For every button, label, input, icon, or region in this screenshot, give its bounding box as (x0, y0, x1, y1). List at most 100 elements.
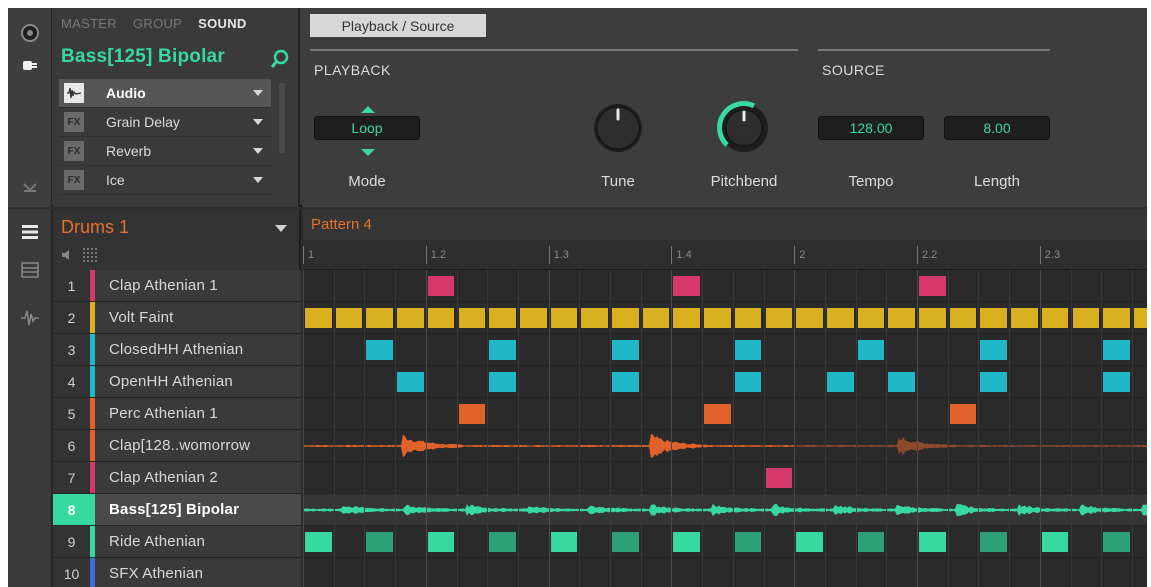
note-4-17[interactable] (826, 372, 854, 392)
note-2-21[interactable] (949, 308, 977, 328)
note-1-20[interactable] (919, 276, 946, 296)
keyboard-view-icon[interactable] (19, 259, 41, 281)
note-7-15[interactable] (765, 468, 793, 488)
note-2-12[interactable] (673, 308, 701, 328)
note-9-10[interactable] (612, 532, 639, 552)
note-2-17[interactable] (826, 308, 854, 328)
browser-icon[interactable] (19, 22, 41, 44)
chevron-down-icon[interactable] (253, 119, 263, 125)
note-9-14[interactable] (734, 532, 762, 552)
note-4-22[interactable] (980, 372, 1008, 392)
note-3-10[interactable] (612, 340, 639, 360)
note-2-16[interactable] (796, 308, 823, 328)
speaker-icon[interactable] (61, 249, 73, 261)
note-4-19[interactable] (888, 372, 915, 392)
note-2-3[interactable] (397, 308, 424, 328)
note-9-2[interactable] (366, 532, 394, 552)
note-2-22[interactable] (980, 308, 1008, 328)
tab-playback-source[interactable]: Playback / Source (310, 14, 486, 37)
list-view-icon[interactable] (19, 221, 41, 243)
tab-sound[interactable]: SOUND (198, 16, 246, 31)
note-3-22[interactable] (980, 340, 1008, 360)
note-4-10[interactable] (612, 372, 639, 392)
note-2-27[interactable] (1133, 308, 1147, 328)
note-2-24[interactable] (1041, 308, 1069, 328)
note-9-22[interactable] (980, 532, 1008, 552)
note-2-5[interactable] (458, 308, 486, 328)
note-4-3[interactable] (397, 372, 424, 392)
sound-row-8[interactable]: 8 Bass[125] Bipolar (53, 494, 301, 526)
note-5-13[interactable] (704, 404, 731, 424)
note-2-10[interactable] (612, 308, 639, 328)
note-2-14[interactable] (734, 308, 762, 328)
note-9-12[interactable] (673, 532, 701, 552)
note-2-25[interactable] (1072, 308, 1100, 328)
sound-row-6[interactable]: 6 Clap[128..womorrow (53, 430, 301, 462)
tune-knob[interactable] (590, 100, 646, 156)
waveform-view-icon[interactable] (19, 307, 41, 329)
note-2-2[interactable] (366, 308, 394, 328)
note-5-21[interactable] (949, 404, 977, 424)
timeline-ruler[interactable]: 1 1.2 1.3 1.4 2 2.2 2.3 (303, 240, 1147, 270)
note-2-7[interactable] (519, 308, 547, 328)
note-2-26[interactable] (1103, 308, 1130, 328)
note-9-26[interactable] (1103, 532, 1130, 552)
note-2-4[interactable] (427, 308, 455, 328)
note-2-6[interactable] (489, 308, 516, 328)
sound-row-10[interactable]: 10 SFX Athenian (53, 558, 301, 587)
note-9-4[interactable] (427, 532, 455, 552)
chevron-down-icon[interactable] (253, 148, 263, 154)
mode-down-arrow-icon[interactable] (361, 149, 375, 156)
note-2-0[interactable] (305, 308, 332, 328)
slot-reverb[interactable]: FX Reverb (59, 137, 271, 166)
note-4-14[interactable] (734, 372, 762, 392)
sound-row-7[interactable]: 7 Clap Athenian 2 (53, 462, 301, 494)
note-1-4[interactable] (427, 276, 455, 296)
pitchbend-knob[interactable] (716, 100, 772, 156)
note-3-18[interactable] (857, 340, 885, 360)
note-9-16[interactable] (796, 532, 823, 552)
note-3-2[interactable] (366, 340, 394, 360)
chevron-down-icon[interactable] (253, 177, 263, 183)
note-3-26[interactable] (1103, 340, 1130, 360)
sound-row-3[interactable]: 3 ClosedHH Athenian (53, 334, 301, 366)
note-2-1[interactable] (335, 308, 363, 328)
note-9-0[interactable] (305, 532, 332, 552)
pattern-name[interactable]: Pattern 4 (311, 216, 372, 233)
note-9-6[interactable] (489, 532, 516, 552)
note-2-19[interactable] (888, 308, 915, 328)
slot-scrollbar[interactable] (279, 83, 285, 153)
note-2-9[interactable] (581, 308, 608, 328)
note-4-6[interactable] (489, 372, 516, 392)
current-sound-name[interactable]: Bass[125] Bipolar (61, 46, 225, 68)
note-2-20[interactable] (919, 308, 946, 328)
note-9-20[interactable] (919, 532, 946, 552)
sound-row-1[interactable]: 1 Clap Athenian 1 (53, 270, 301, 302)
note-9-8[interactable] (550, 532, 578, 552)
note-2-8[interactable] (550, 308, 578, 328)
sound-row-5[interactable]: 5 Perc Athenian 1 (53, 398, 301, 430)
collapse-arrow-icon[interactable] (19, 176, 41, 198)
mode-value[interactable]: Loop (314, 116, 420, 140)
sound-row-2[interactable]: 2 Volt Faint (53, 302, 301, 334)
mode-up-arrow-icon[interactable] (361, 106, 375, 113)
slot-grain-delay[interactable]: FX Grain Delay (59, 108, 271, 137)
note-9-24[interactable] (1041, 532, 1069, 552)
chevron-down-icon[interactable] (275, 225, 287, 232)
grid-icon[interactable] (83, 248, 97, 262)
tab-master[interactable]: MASTER (61, 16, 117, 31)
chevron-down-icon[interactable] (253, 90, 263, 96)
note-5-5[interactable] (458, 404, 486, 424)
group-name[interactable]: Drums 1 (61, 217, 129, 238)
note-2-13[interactable] (704, 308, 731, 328)
note-2-18[interactable] (857, 308, 885, 328)
slot-ice[interactable]: FX Ice (59, 166, 271, 195)
length-value[interactable]: 8.00 (944, 116, 1050, 140)
sound-row-4[interactable]: 4 OpenHH Athenian (53, 366, 301, 398)
plugin-icon[interactable] (19, 54, 41, 76)
sound-row-9[interactable]: 9 Ride Athenian (53, 526, 301, 558)
note-4-26[interactable] (1103, 372, 1130, 392)
note-2-11[interactable] (642, 308, 670, 328)
note-3-6[interactable] (489, 340, 516, 360)
note-1-12[interactable] (673, 276, 701, 296)
